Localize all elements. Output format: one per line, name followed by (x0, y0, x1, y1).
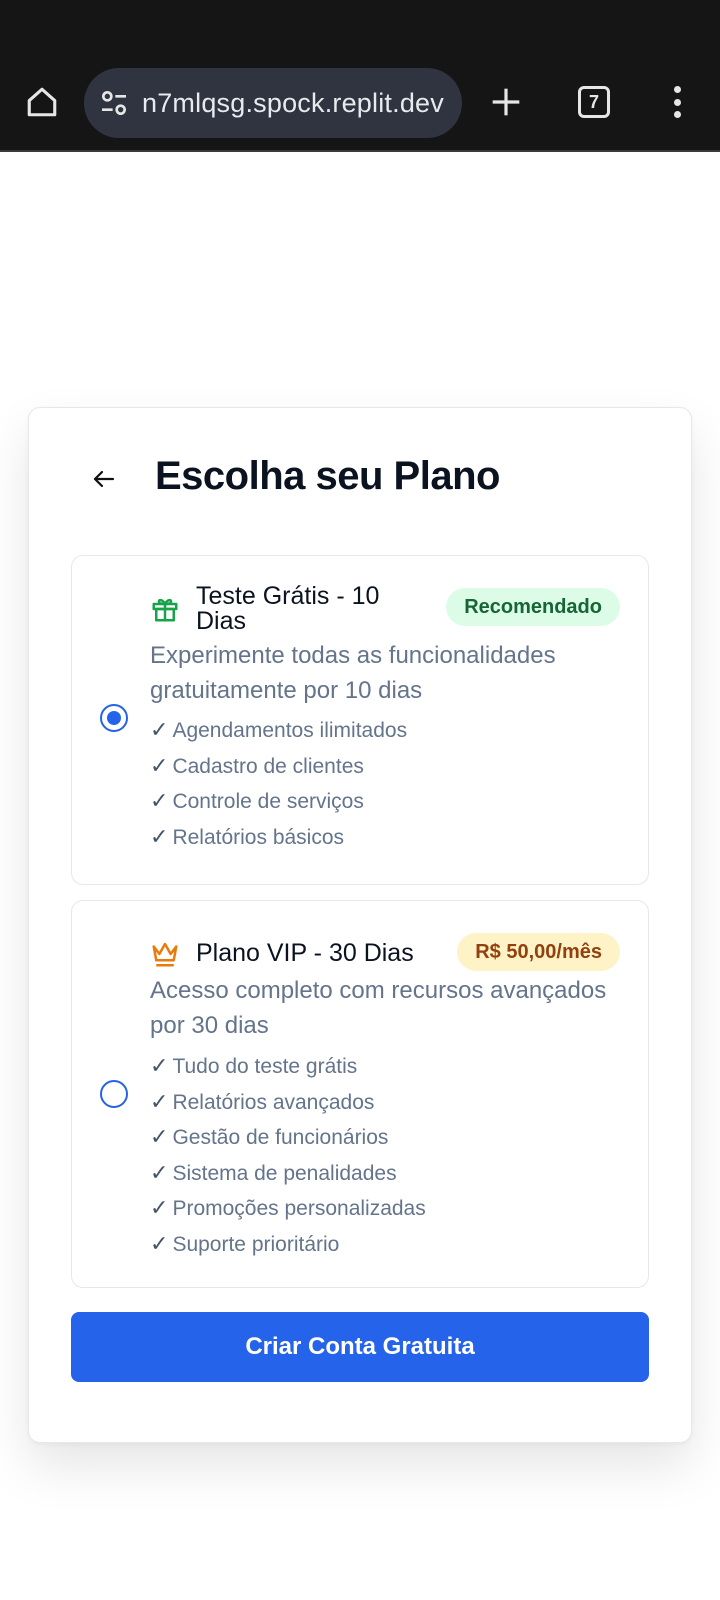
feature-item: ✓ Suporte prioritário (150, 1230, 340, 1256)
site-settings-icon[interactable] (98, 87, 130, 119)
plan-header: Teste Grátis - 10 Dias Recomendado (150, 584, 620, 636)
check-icon: ✓ (150, 1053, 169, 1078)
address-bar[interactable]: n7mlqsg.spock.replit.dev (84, 68, 462, 138)
check-icon: ✓ (150, 1230, 169, 1256)
create-account-button[interactable]: Criar Conta Gratuita (71, 1312, 649, 1382)
check-icon: ✓ (150, 1124, 169, 1149)
feature-item: ✓ Agendamentos ilimitados (150, 717, 408, 742)
feature-list: ✓ Tudo do teste grátis ✓ Relatórios avança… (150, 1049, 426, 1262)
feature-item: ✓ Promoções personalizadas (150, 1195, 426, 1220)
plan-option-trial[interactable]: Teste Grátis - 10 Dias Recomendado Exper… (71, 555, 649, 885)
check-icon: ✓ (150, 823, 169, 849)
plan-name: Plano VIP - 30 Dias (196, 939, 414, 967)
check-icon: ✓ (150, 752, 169, 778)
plan-description: Experimente todas as funcionalidades gra… (150, 642, 556, 704)
price-badge: R$ 50,00/mês (457, 933, 620, 971)
radio-vip[interactable] (100, 1080, 128, 1108)
page-title: Escolha seu Plano (155, 454, 500, 498)
check-icon: ✓ (150, 1159, 169, 1185)
plan-name: Teste Grátis - 10 Dias (196, 582, 380, 635)
feature-item: ✓ Tudo do teste grátis (150, 1053, 358, 1078)
plan-description: Acesso completo com recursos avançados p… (150, 977, 607, 1039)
url-text: n7mlqsg.spock.replit.dev (142, 87, 444, 118)
check-icon: ✓ (150, 1195, 169, 1220)
browser-toolbar: n7mlqsg.spock.replit.dev 7 (0, 0, 720, 152)
check-icon: ✓ (150, 1088, 169, 1114)
new-tab-icon[interactable] (486, 82, 526, 122)
home-icon[interactable] (22, 82, 62, 122)
feature-list: ✓ Agendamentos ilimitados ✓ Cadastro de cl… (150, 713, 407, 855)
check-icon: ✓ (150, 717, 169, 742)
gift-icon (152, 598, 178, 622)
feature-item: ✓ Cadastro de clientes (150, 752, 364, 778)
radio-trial[interactable] (100, 704, 128, 732)
plan-option-vip[interactable]: Plano VIP - 30 Dias R$ 50,00/mês Acesso … (71, 900, 649, 1288)
more-menu-icon[interactable] (662, 82, 692, 122)
back-arrow-icon[interactable] (89, 464, 119, 494)
feature-item: ✓ Controle de serviços (150, 788, 364, 813)
feature-item: ✓ Relatórios básicos (150, 823, 345, 849)
recommended-badge: Recomendado (446, 588, 620, 626)
check-icon: ✓ (150, 788, 169, 813)
feature-item: ✓ Gestão de funcionários (150, 1124, 389, 1149)
feature-item: ✓ Sistema de penalidades (150, 1159, 397, 1185)
crown-icon (152, 942, 178, 967)
plan-selection-card: Escolha seu Plano Teste Grátis - 10 Dias… (28, 407, 692, 1443)
feature-item: ✓ Relatórios avançados (150, 1088, 375, 1114)
tab-switcher-button[interactable]: 7 (578, 86, 610, 118)
